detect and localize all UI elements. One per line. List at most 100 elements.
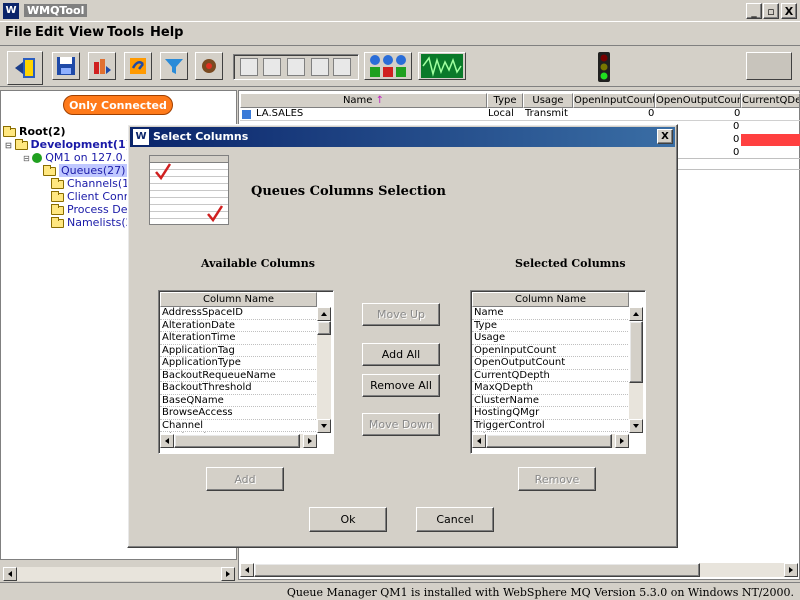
status-lights-button[interactable] [364, 52, 412, 80]
exit-button[interactable] [7, 51, 43, 85]
menu-edit[interactable]: Edit [35, 25, 64, 40]
tree-namelists[interactable]: Namelists(2) [51, 216, 137, 229]
list-item[interactable]: ApplicationType [160, 357, 316, 370]
selected-hscroll[interactable] [472, 434, 629, 448]
checkmark-icon [155, 163, 224, 223]
available-columns-list[interactable]: Column Name AddressSpaceID AlterationDate… [158, 290, 334, 454]
list-item[interactable]: OpenOutputCount [472, 357, 628, 370]
collapse-icon[interactable]: ⊟ [23, 154, 32, 163]
only-connected-button[interactable]: Only Connected [63, 95, 173, 115]
refresh-button[interactable] [124, 52, 152, 80]
scroll-left-icon[interactable] [240, 563, 254, 577]
scroll-down-icon[interactable] [317, 419, 331, 433]
move-down-button[interactable]: Move Down [362, 413, 440, 436]
available-hscroll[interactable] [160, 434, 317, 448]
header-name[interactable]: Name ↑ [240, 93, 487, 108]
view-details-icon[interactable] [287, 58, 305, 76]
settings-button[interactable] [195, 52, 223, 80]
menu-tools[interactable]: Tools [107, 25, 144, 40]
table-row[interactable]: LA.SALES Local Transmit 0 0 [240, 108, 800, 121]
list-item[interactable]: Usage [472, 332, 628, 345]
scroll-thumb[interactable] [174, 434, 300, 448]
close-window-button[interactable]: X [781, 3, 797, 19]
list-item[interactable]: AlterationTime [160, 332, 316, 345]
list-item[interactable]: ClusterName [472, 395, 628, 407]
queue-icon [242, 110, 251, 119]
window-title: WMQTool [24, 4, 88, 17]
menu-help[interactable]: Help [150, 25, 183, 40]
view-list-icon[interactable] [263, 58, 281, 76]
list-item[interactable]: TriggerControl [472, 420, 628, 432]
add-all-button[interactable]: Add All [362, 343, 440, 366]
exit-door-icon [15, 58, 35, 78]
list-item[interactable]: ApplicationTag [160, 345, 316, 357]
queue-manager-icon [32, 153, 43, 163]
list-item[interactable]: TriggerData [472, 432, 628, 433]
scroll-thumb[interactable] [254, 563, 700, 577]
list-item[interactable]: BrowseAccess [160, 407, 316, 420]
list-item[interactable]: AlterationDate [160, 320, 316, 332]
scroll-left-icon[interactable] [472, 434, 486, 448]
right-horizontal-scrollbar[interactable] [240, 563, 798, 577]
tree-root[interactable]: Root(2) [3, 125, 66, 138]
list-item[interactable]: OpenInputCount [472, 345, 628, 357]
header-openoutputcount[interactable]: OpenOutputCount [655, 93, 741, 108]
scroll-thumb[interactable] [317, 321, 331, 335]
header-usage[interactable]: Usage [523, 93, 573, 108]
filter-button[interactable] [160, 52, 188, 80]
list-item[interactable]: CurrentQDepth [472, 370, 628, 382]
scroll-right-icon[interactable] [784, 563, 798, 577]
menu-file[interactable]: File [5, 25, 32, 40]
move-up-button[interactable]: Move Up [362, 303, 440, 326]
list-item[interactable]: Type [472, 320, 628, 332]
main-title-bar: W WMQTool _ ▫ X [0, 0, 800, 22]
list-item[interactable]: ChainRules [160, 432, 316, 433]
header-openinputcount[interactable]: OpenInputCount [573, 93, 655, 108]
scroll-right-icon[interactable] [221, 567, 235, 581]
ok-button[interactable]: Ok [309, 507, 387, 532]
disabled-toolbar-button[interactable] [746, 52, 792, 80]
list-item[interactable]: Channel [160, 420, 316, 432]
add-button[interactable]: Add [206, 467, 284, 491]
header-currentqdepth[interactable]: CurrentQDe [741, 93, 800, 108]
remove-button[interactable]: Remove [518, 467, 596, 491]
scroll-left-icon[interactable] [3, 567, 17, 581]
scroll-right-icon[interactable] [615, 434, 629, 448]
cancel-button[interactable]: Cancel [416, 507, 494, 532]
scroll-down-icon[interactable] [629, 419, 643, 433]
remove-all-button[interactable]: Remove All [362, 374, 440, 397]
scroll-left-icon[interactable] [160, 434, 174, 448]
minimize-button[interactable]: _ [746, 3, 762, 19]
list-item[interactable]: AddressSpaceID [160, 307, 316, 320]
tree-queues[interactable]: Queues(27) [43, 164, 128, 177]
menu-view[interactable]: View [69, 25, 104, 40]
list-item[interactable]: HostingQMgr [472, 407, 628, 420]
header-type[interactable]: Type [487, 93, 523, 108]
save-button[interactable] [52, 52, 80, 80]
list-item[interactable]: BackoutRequeueName [160, 370, 316, 382]
maximize-button[interactable]: ▫ [763, 3, 779, 19]
view-tile-icon[interactable] [311, 58, 329, 76]
scroll-thumb[interactable] [486, 434, 612, 448]
scroll-thumb[interactable] [629, 321, 643, 383]
scroll-right-icon[interactable] [303, 434, 317, 448]
selected-columns-list[interactable]: Column Name Name Type Usage OpenInputCount O… [470, 290, 646, 454]
view-large-icon[interactable] [333, 58, 351, 76]
tree-qm[interactable]: ⊟ QM1 on 127.0. [23, 151, 126, 164]
list-item[interactable]: MaxQDepth [472, 382, 628, 395]
selected-vscroll[interactable] [629, 307, 643, 433]
tree-development[interactable]: ⊟ Development(1) [5, 138, 131, 151]
monitor-button[interactable] [418, 52, 466, 80]
collapse-icon[interactable]: ⊟ [5, 141, 15, 150]
scroll-up-icon[interactable] [629, 307, 643, 321]
dialog-close-button[interactable]: X [657, 129, 673, 144]
list-item[interactable]: Name [472, 307, 628, 320]
available-vscroll[interactable] [317, 307, 331, 433]
scroll-up-icon[interactable] [317, 307, 331, 321]
depth-alert-bar [741, 134, 800, 146]
connect-button[interactable] [88, 52, 116, 80]
list-item[interactable]: BackoutThreshold [160, 382, 316, 395]
list-item[interactable]: BaseQName [160, 395, 316, 407]
left-horizontal-scrollbar[interactable] [3, 567, 235, 581]
view-small-icon[interactable] [240, 58, 258, 76]
